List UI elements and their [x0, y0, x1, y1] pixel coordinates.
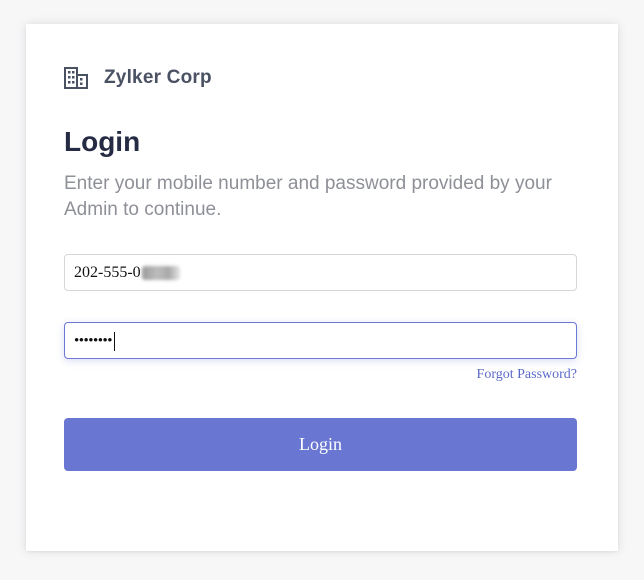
text-caret	[114, 331, 116, 351]
mobile-number-value-wrap: 202-555-0	[74, 264, 180, 282]
login-button[interactable]: Login	[64, 418, 577, 471]
redacted-digits	[141, 266, 180, 280]
login-instructions: Enter your mobile number and password pr…	[64, 173, 552, 220]
password-input[interactable]: ••••••••	[64, 322, 577, 359]
mobile-number-input[interactable]: 202-555-0	[64, 254, 577, 291]
password-value-wrap: ••••••••	[74, 330, 116, 352]
building-icon	[64, 67, 88, 89]
brand: Zylker Corp	[64, 66, 212, 90]
page-background: Zylker Corp Login Enter your mobile numb…	[0, 0, 644, 580]
page-title: Login	[64, 126, 141, 157]
mobile-number-value: 202-555-0	[74, 264, 141, 281]
forgot-password-link[interactable]: Forgot Password?	[477, 367, 577, 383]
password-masked-value: ••••••••	[74, 333, 113, 349]
brand-name: Zylker Corp	[104, 67, 212, 88]
login-card: Zylker Corp Login Enter your mobile numb…	[26, 24, 618, 551]
